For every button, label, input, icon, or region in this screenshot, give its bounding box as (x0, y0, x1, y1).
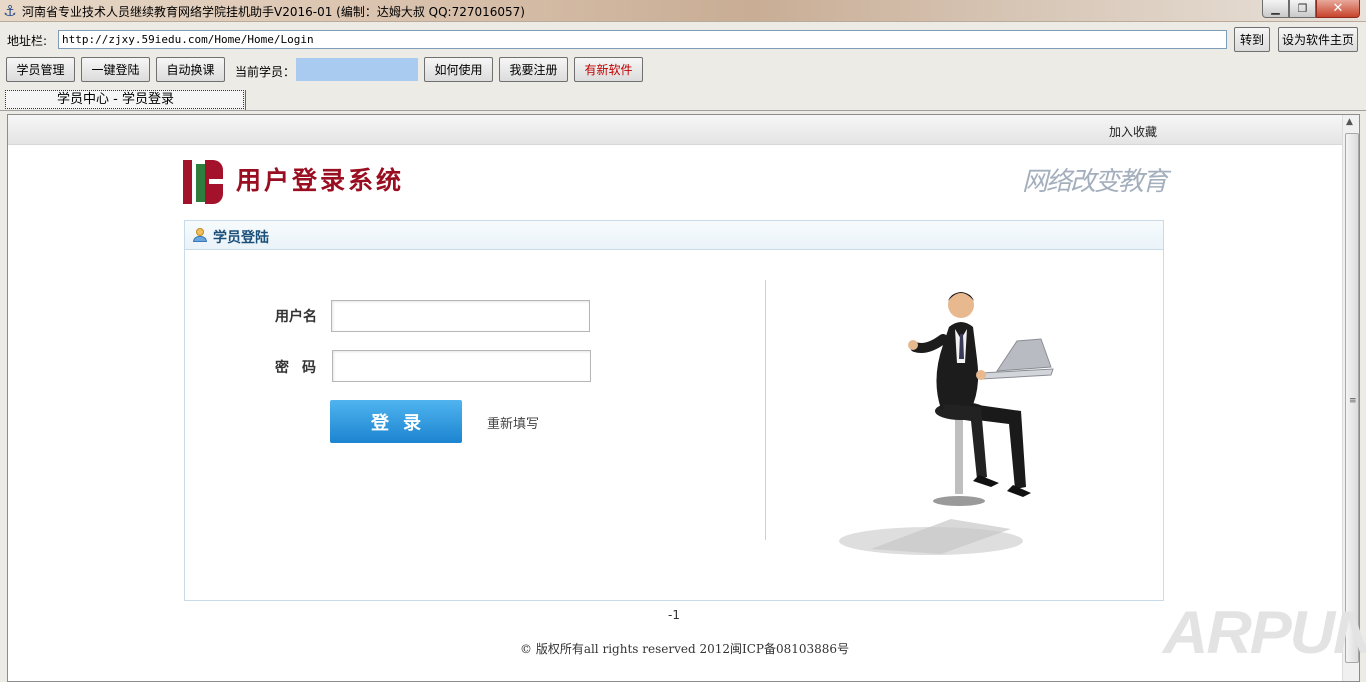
address-label: 地址栏: (7, 34, 48, 48)
visit-counter: -1 (668, 608, 680, 622)
copyright-text: © 版权所有all rights reserved 2012闽ICP备08103… (520, 642, 850, 656)
window-title: 河南省专业技术人员继续教育网络学院挂机助手V2016-01 (编制：达姆大叔 Q… (22, 5, 525, 19)
vertical-scrollbar[interactable]: ▲ ≡ (1342, 115, 1359, 681)
password-label: 密码 (275, 360, 329, 376)
minimize-button[interactable]: ▁ (1262, 0, 1289, 18)
go-button[interactable]: 转到 (1234, 27, 1270, 52)
user-icon (193, 228, 207, 242)
businessman-illustration (839, 292, 1054, 555)
tab-separator (245, 90, 246, 110)
password-input[interactable] (332, 350, 591, 382)
address-input[interactable]: http://zjxy.59iedu.com/Home/Home/Login (58, 30, 1227, 49)
login-panel-title: 学员登陆 (213, 230, 269, 246)
login-button[interactable]: 登录 (330, 400, 462, 443)
new-software-button[interactable]: 有新软件 (574, 57, 643, 82)
how-to-use-button[interactable]: 如何使用 (424, 57, 493, 82)
login-panel-header: 学员登陆 (185, 221, 1163, 250)
address-bar: 地址栏: http://zjxy.59iedu.com/Home/Home/Lo… (0, 27, 1366, 53)
watermark-logo: ARPUN (1162, 599, 1366, 666)
add-favorite-link[interactable]: 加入收藏 (1109, 123, 1157, 140)
maximize-icon: ❐ (1297, 2, 1308, 15)
logo-mark (183, 160, 225, 204)
scroll-up-arrow-icon[interactable]: ▲ (1346, 117, 1353, 127)
username-input[interactable] (331, 300, 590, 332)
username-label: 用户名 (275, 309, 317, 325)
student-management-button[interactable]: 学员管理 (6, 57, 75, 82)
browser-frame: 加入收藏 用户登录系统 网络改变教育 学员登陆 用户名 密码 登录 重新填写 -… (7, 114, 1360, 682)
set-homepage-button[interactable]: 设为软件主页 (1278, 27, 1358, 52)
one-click-login-button[interactable]: 一键登陆 (81, 57, 150, 82)
page-top-bar: 加入收藏 (8, 115, 1342, 145)
close-icon: ✕ (1332, 1, 1344, 16)
toolbar: 学员管理 一键登陆 自动换课 当前学员： 如何使用 我要注册 有新软件 (0, 57, 1366, 84)
tab-strip: 学员中心 - 学员登录 (0, 88, 1366, 111)
current-student-label: 当前学员： (235, 65, 296, 79)
minimize-icon: ▁ (1271, 2, 1280, 15)
scroll-grip-icon: ≡ (1349, 396, 1357, 406)
register-button[interactable]: 我要注册 (499, 57, 568, 82)
panel-divider (765, 280, 766, 540)
auto-switch-course-button[interactable]: 自动换课 (156, 57, 225, 82)
maximize-button[interactable]: ❐ (1289, 0, 1316, 18)
window-titlebar: ⚓ 河南省专业技术人员继续教育网络学院挂机助手V2016-01 (编制：达姆大叔… (0, 0, 1366, 22)
slogan-calligraphy: 网络改变教育 (1022, 167, 1168, 197)
scrollbar-thumb[interactable]: ≡ (1345, 133, 1359, 663)
window-controls: ▁ ❐ ✕ (1262, 0, 1360, 19)
current-student-field[interactable] (296, 58, 418, 81)
login-panel: 学员登陆 用户名 密码 登录 重新填写 (184, 220, 1164, 601)
logo-text: 用户登录系统 (236, 166, 405, 195)
reset-link[interactable]: 重新填写 (487, 413, 539, 432)
anchor-icon: ⚓ (3, 2, 17, 20)
tab-student-login[interactable]: 学员中心 - 学员登录 (5, 90, 244, 109)
close-button[interactable]: ✕ (1316, 0, 1360, 18)
